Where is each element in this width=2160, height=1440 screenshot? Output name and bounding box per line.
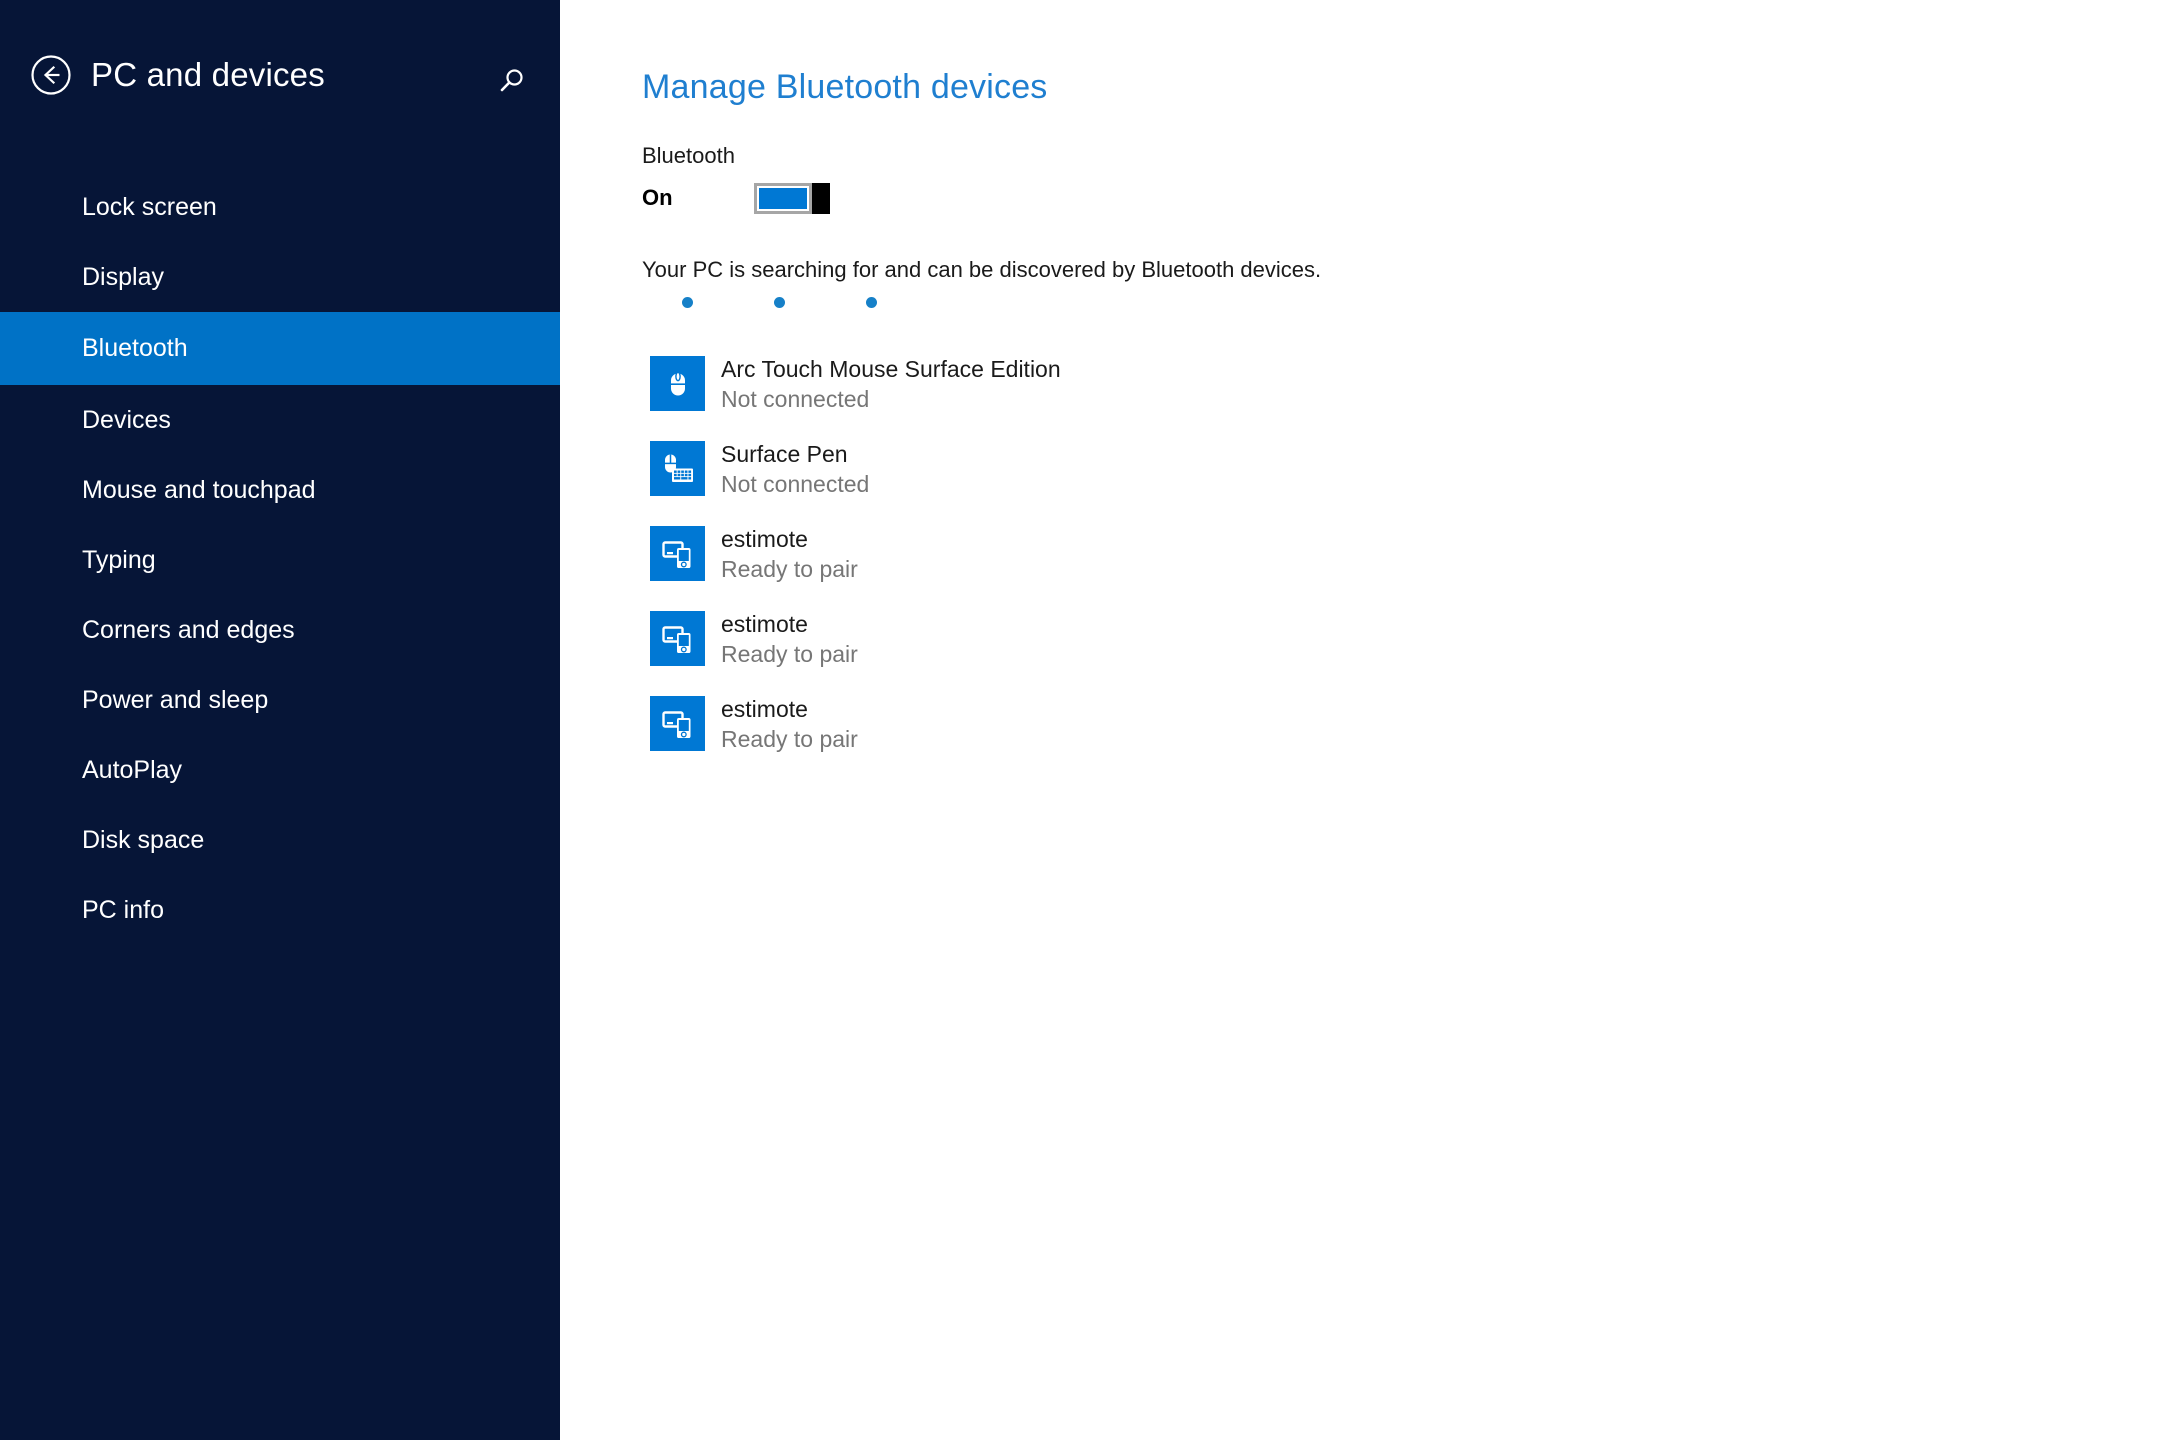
device-name: estimote <box>721 610 808 637</box>
bluetooth-device-list: Arc Touch Mouse Surface Edition Not conn… <box>642 341 2160 766</box>
device-text: Arc Touch Mouse Surface Edition Not conn… <box>721 354 1061 414</box>
sidebar-item-label: Display <box>82 262 164 291</box>
sidebar-item-label: Disk space <box>82 825 205 854</box>
bluetooth-toggle-state: On <box>642 185 673 210</box>
sidebar-item-label: Power and sleep <box>82 685 269 714</box>
sidebar-item-label: PC info <box>82 895 164 924</box>
sidebar-item-label: AutoPlay <box>82 755 183 784</box>
list-item[interactable]: Arc Touch Mouse Surface Edition Not conn… <box>642 341 2160 426</box>
toggle-thumb[interactable] <box>812 182 830 214</box>
bluetooth-toggle[interactable] <box>754 182 830 214</box>
device-text: estimote Ready to pair <box>721 609 858 669</box>
device-status: Ready to pair <box>721 555 858 582</box>
page-title: PC and devices <box>91 56 325 93</box>
device-name: Surface Pen <box>721 440 848 467</box>
searching-status-text: Your PC is searching for and can be disc… <box>642 257 1322 282</box>
sidebar-item-label: Corners and edges <box>82 615 295 644</box>
sidebar-item-mouse-and-touchpad[interactable]: Mouse and touchpad <box>0 455 560 525</box>
main-title: Manage Bluetooth devices <box>642 68 1048 106</box>
sidebar-item-devices[interactable]: Devices <box>0 385 560 455</box>
searching-progress-dots <box>642 297 2160 309</box>
sidebar-item-display[interactable]: Display <box>0 242 560 312</box>
search-icon[interactable] <box>494 64 528 98</box>
monitor-phone-icon <box>650 526 705 581</box>
main-content: Manage Bluetooth devices Bluetooth On Yo… <box>560 0 2160 1440</box>
back-arrow-circle-icon[interactable] <box>28 52 74 98</box>
device-status: Ready to pair <box>721 640 858 667</box>
device-name: estimote <box>721 695 808 722</box>
mouse-keyboard-icon <box>650 441 705 496</box>
progress-dot <box>774 297 785 308</box>
progress-dot <box>682 297 693 308</box>
list-item[interactable]: estimote Ready to pair <box>642 681 2160 766</box>
sidebar-item-pc-info[interactable]: PC info <box>0 875 560 945</box>
sidebar-item-label: Typing <box>82 545 156 574</box>
mouse-icon <box>650 356 705 411</box>
device-name: estimote <box>721 525 808 552</box>
device-name: Arc Touch Mouse Surface Edition <box>721 355 1061 382</box>
sidebar-item-typing[interactable]: Typing <box>0 525 560 595</box>
monitor-phone-icon <box>650 696 705 751</box>
toggle-fill <box>759 187 807 209</box>
device-status: Not connected <box>721 470 870 497</box>
sidebar-item-label: Lock screen <box>82 192 217 221</box>
sidebar-item-power-and-sleep[interactable]: Power and sleep <box>0 665 560 735</box>
sidebar-header: PC and devices <box>0 0 560 150</box>
list-item[interactable]: estimote Ready to pair <box>642 511 2160 596</box>
device-status: Not connected <box>721 385 870 412</box>
sidebar-item-disk-space[interactable]: Disk space <box>0 805 560 875</box>
toggle-track <box>754 182 812 214</box>
sidebar-item-autoplay[interactable]: AutoPlay <box>0 735 560 805</box>
list-item[interactable]: Surface Pen Not connected <box>642 426 2160 511</box>
device-text: estimote Ready to pair <box>721 694 858 754</box>
sidebar-item-label: Mouse and touchpad <box>82 475 316 504</box>
device-status: Ready to pair <box>721 725 858 752</box>
device-text: Surface Pen Not connected <box>721 439 869 499</box>
progress-dot <box>866 297 877 308</box>
bluetooth-label: Bluetooth <box>642 143 735 168</box>
settings-window: PC and devices Lock screen Display Bluet… <box>0 0 2160 1440</box>
sidebar-item-bluetooth[interactable]: Bluetooth <box>0 312 560 385</box>
bluetooth-toggle-row: On <box>642 177 2160 219</box>
sidebar-item-label: Devices <box>82 405 171 434</box>
sidebar-item-label: Bluetooth <box>82 334 188 362</box>
sidebar-item-lock-screen[interactable]: Lock screen <box>0 172 560 242</box>
sidebar-nav: Lock screen Display Bluetooth Devices Mo… <box>0 172 560 945</box>
device-text: estimote Ready to pair <box>721 524 858 584</box>
monitor-phone-icon <box>650 611 705 666</box>
list-item[interactable]: estimote Ready to pair <box>642 596 2160 681</box>
sidebar-item-corners-and-edges[interactable]: Corners and edges <box>0 595 560 665</box>
sidebar: PC and devices Lock screen Display Bluet… <box>0 0 560 1440</box>
